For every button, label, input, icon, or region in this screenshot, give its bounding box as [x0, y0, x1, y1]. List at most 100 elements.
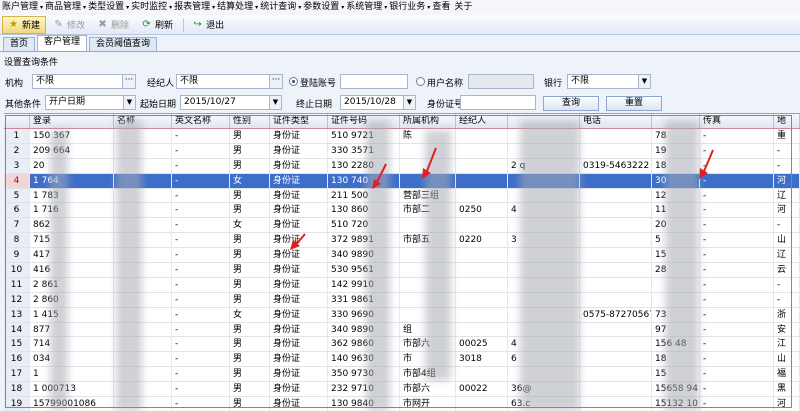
- tab-customer-management[interactable]: 客户管理: [37, 35, 88, 51]
- annotation-arrow-icon: [699, 149, 714, 179]
- login-account-radio[interactable]: [289, 77, 298, 86]
- chevron-down-icon[interactable]: ▼: [638, 75, 650, 88]
- table-cell: -: [700, 397, 774, 411]
- column-header[interactable]: 证件类型: [270, 114, 328, 128]
- table-cell: 男: [230, 129, 270, 143]
- column-header[interactable]: 英文名称: [172, 114, 230, 128]
- chevron-down-icon[interactable]: ▼: [403, 96, 415, 109]
- bank-select[interactable]: 不限 ▼: [567, 74, 651, 89]
- table-cell: 浙: [774, 307, 800, 322]
- table-cell: 0220: [456, 233, 508, 248]
- table-cell: 1 415: [30, 307, 114, 322]
- table-cell: [580, 129, 652, 143]
- table-cell: 男: [230, 233, 270, 248]
- username-radio[interactable]: [416, 77, 425, 86]
- column-header[interactable]: 地: [774, 114, 800, 128]
- table-cell: -: [700, 352, 774, 367]
- menu-item[interactable]: 类型设置: [86, 0, 126, 15]
- redaction-blur: [50, 130, 68, 410]
- table-cell: -: [700, 367, 774, 382]
- table-cell: -: [172, 367, 230, 382]
- table-cell: 身份证: [270, 337, 328, 352]
- column-header[interactable]: 传真: [700, 114, 774, 128]
- table-cell: -: [700, 218, 774, 233]
- login-account-input[interactable]: [340, 74, 408, 89]
- table-cell: [456, 367, 508, 382]
- table-cell: 男: [230, 292, 270, 307]
- end-date-field[interactable]: 2015/10/28 ▼: [340, 95, 416, 110]
- menu-item[interactable]: 查看: [430, 0, 452, 15]
- row-number: 3: [4, 158, 30, 173]
- table-cell: 身份证: [270, 382, 328, 397]
- query-button[interactable]: 查询: [543, 96, 599, 111]
- row-number: 7: [4, 218, 30, 233]
- menu-item[interactable]: 银行业务: [387, 0, 427, 15]
- chevron-down-icon[interactable]: ▼: [269, 96, 281, 109]
- annotation-arrow-icon: [290, 233, 306, 250]
- column-header[interactable]: 经纪人: [456, 114, 508, 128]
- table-cell: 715: [30, 233, 114, 248]
- other-conditions-select[interactable]: 开户日期 ▼: [45, 95, 136, 110]
- row-number: 6: [4, 203, 30, 218]
- menu-item[interactable]: 实时监控: [129, 0, 169, 15]
- broker-field[interactable]: 不限 ···: [176, 74, 283, 89]
- menu-item[interactable]: 关于: [452, 0, 474, 15]
- menu-item[interactable]: 系统管理: [344, 0, 384, 15]
- column-header[interactable]: 登录: [30, 114, 114, 128]
- exit-button[interactable]: ↪ 退出: [187, 16, 229, 34]
- table-cell: -: [700, 382, 774, 397]
- menu-item[interactable]: 结算处理: [215, 0, 255, 15]
- menu-item[interactable]: 商品管理: [43, 0, 83, 15]
- tab-member-threshold[interactable]: 会员阈值查询: [89, 37, 158, 51]
- toolbar: ★ 新建 ✎ 修改 ✖ 删除 ⟳ 刷新 ↪ 退出: [0, 15, 800, 35]
- table-cell: 714: [30, 337, 114, 352]
- menu-item[interactable]: 统计查询: [258, 0, 298, 15]
- menu-item[interactable]: 参数设置: [301, 0, 341, 15]
- table-cell: -: [700, 322, 774, 337]
- tab-home[interactable]: 首页: [3, 37, 36, 51]
- table-cell: 0250: [456, 203, 508, 218]
- username-input[interactable]: [468, 74, 534, 89]
- table-cell: 209 664: [30, 143, 114, 158]
- table-cell: 身份证: [270, 143, 328, 158]
- table-cell: 15799001086: [30, 397, 114, 411]
- table-cell: 辽: [774, 188, 800, 203]
- column-header[interactable]: 性别: [230, 114, 270, 128]
- table-cell: -: [172, 129, 230, 143]
- table-cell: [580, 337, 652, 352]
- column-header[interactable]: [4, 114, 30, 128]
- table-cell: 身份证: [270, 307, 328, 322]
- broker-picker-button[interactable]: ···: [269, 75, 282, 88]
- table-cell: 身份证: [270, 129, 328, 143]
- table-cell: 身份证: [270, 322, 328, 337]
- edit-button[interactable]: ✎ 修改: [48, 16, 90, 34]
- table-cell: [456, 158, 508, 173]
- username-label: 用户名称: [427, 79, 464, 89]
- delete-button[interactable]: ✖ 删除: [92, 16, 134, 34]
- start-date-field[interactable]: 2015/10/27 ▼: [180, 95, 282, 110]
- table-cell: 身份证: [270, 292, 328, 307]
- refresh-button[interactable]: ⟳ 刷新: [136, 16, 178, 34]
- id-number-input[interactable]: [460, 95, 536, 110]
- chevron-down-icon[interactable]: ▼: [123, 96, 135, 109]
- table-cell: 0319-5463222: [580, 158, 652, 173]
- new-button[interactable]: ★ 新建: [2, 15, 47, 34]
- table-cell: -: [700, 203, 774, 218]
- org-field[interactable]: 不限 ···: [32, 74, 136, 89]
- menu-item[interactable]: 账户管理: [0, 0, 40, 15]
- table-cell: -: [172, 277, 230, 292]
- row-number: 11: [4, 277, 30, 292]
- column-header[interactable]: 所属机构: [400, 114, 456, 128]
- table-cell: [456, 173, 508, 188]
- table-cell: -: [774, 292, 800, 307]
- table-cell: -: [700, 233, 774, 248]
- column-header[interactable]: 电话: [580, 114, 652, 128]
- table-cell: [580, 277, 652, 292]
- row-number: 1: [4, 129, 30, 143]
- reset-button[interactable]: 重置: [606, 96, 662, 111]
- menu-item[interactable]: 报表管理: [172, 0, 212, 15]
- table-cell: 河: [774, 173, 800, 188]
- org-picker-button[interactable]: ···: [122, 75, 135, 88]
- table-cell: 男: [230, 158, 270, 173]
- table-cell: 034: [30, 352, 114, 367]
